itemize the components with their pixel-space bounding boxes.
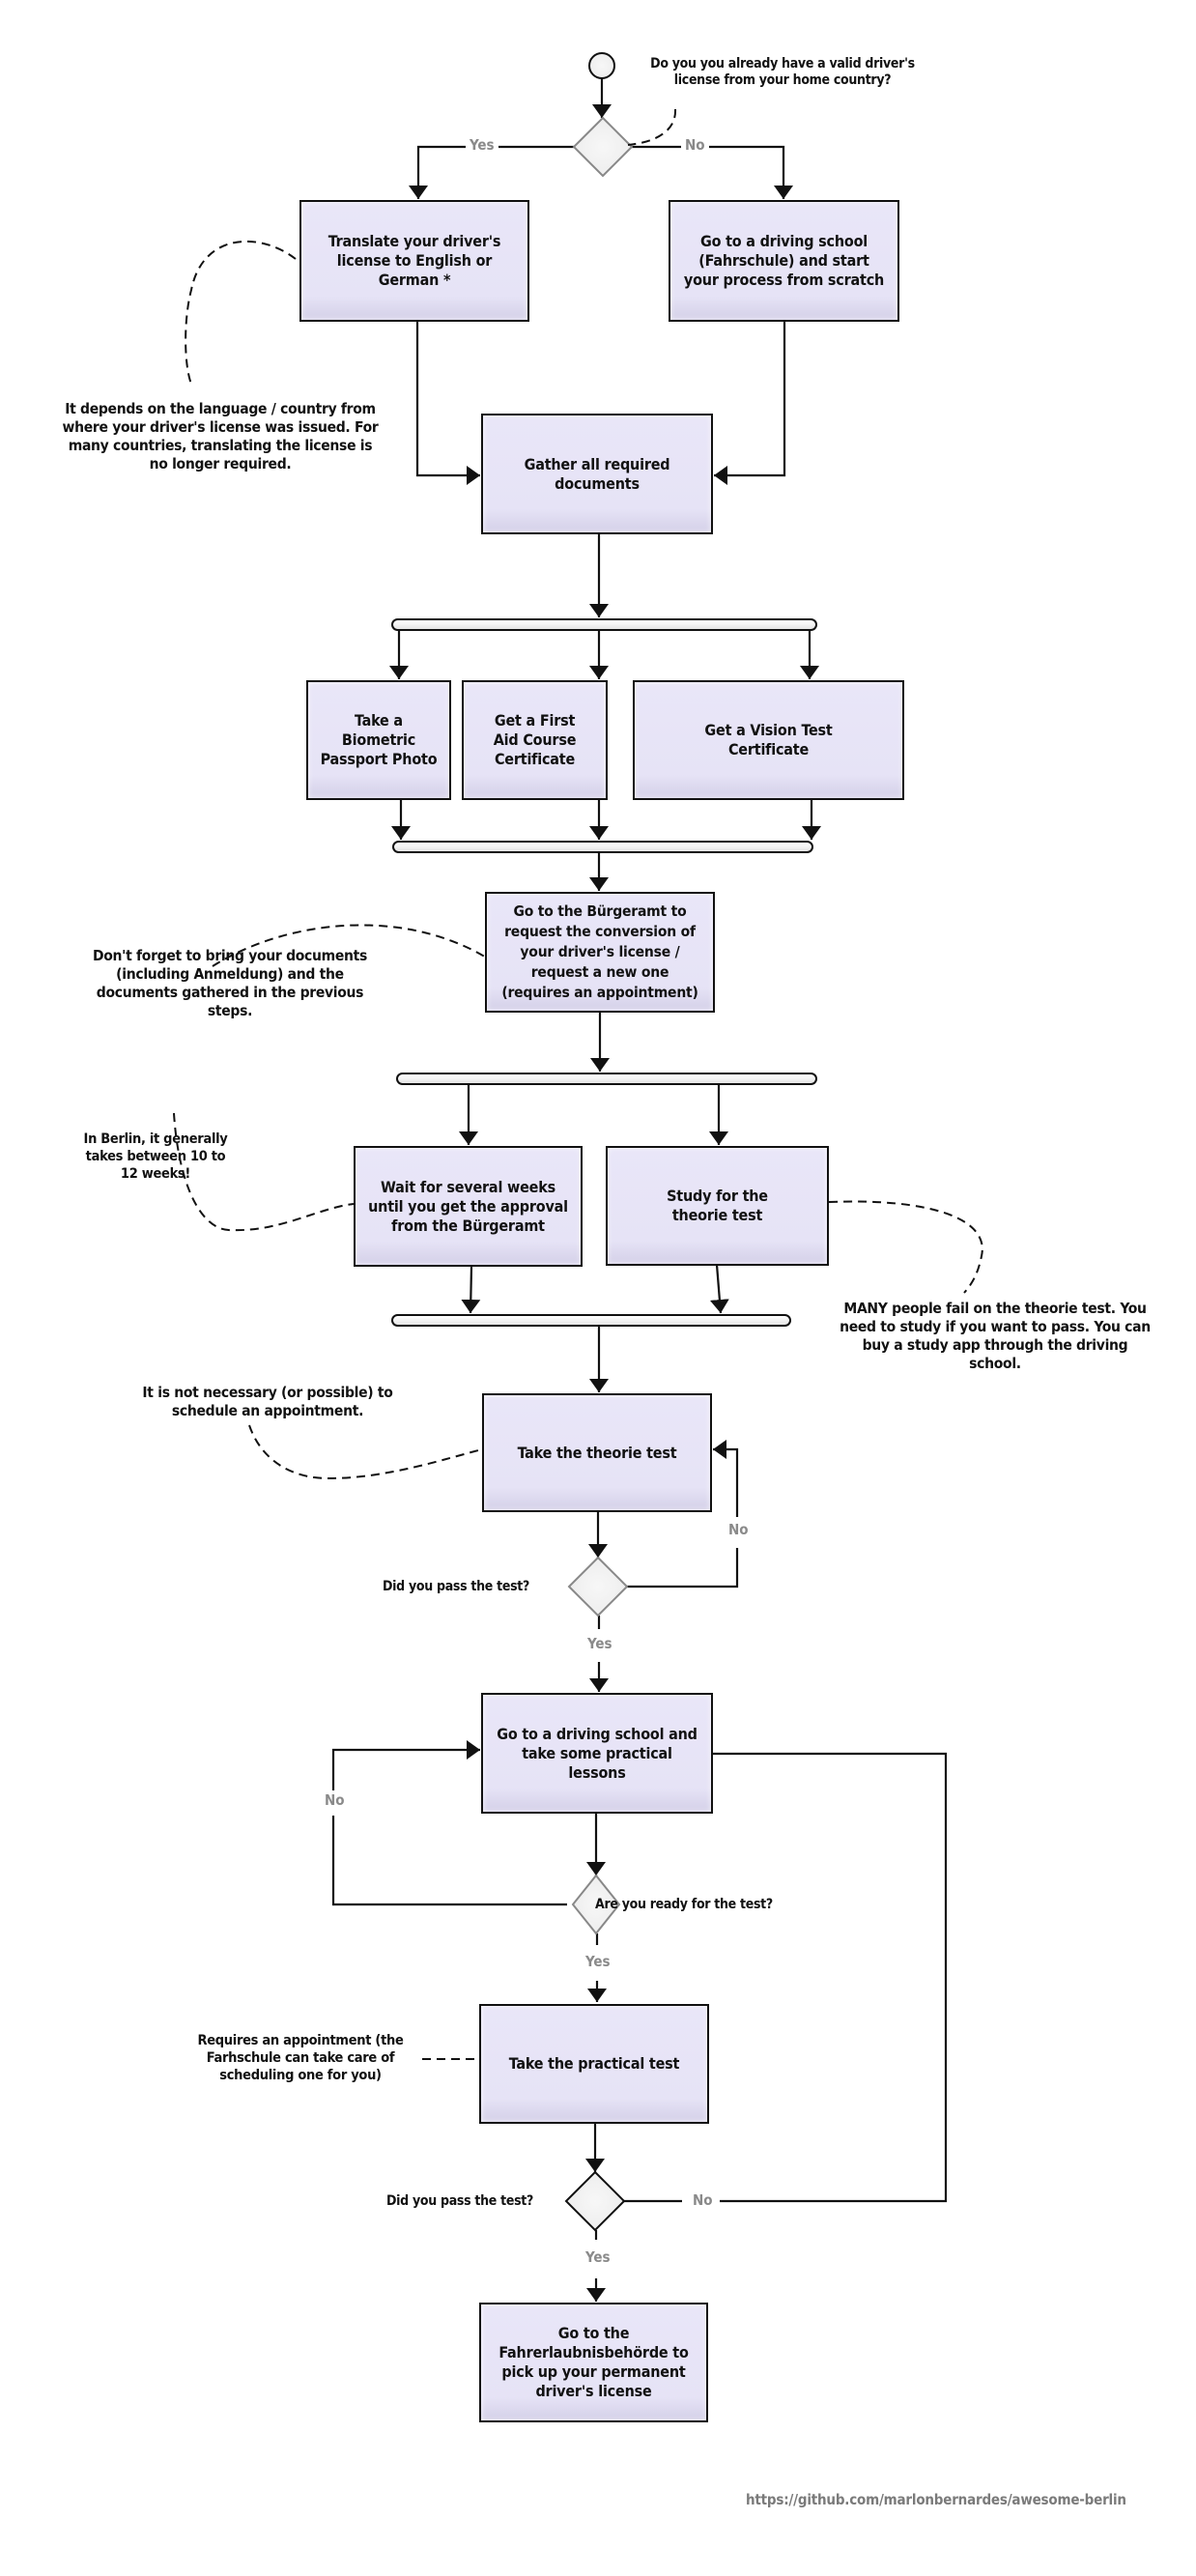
- flowchart-connectors: [173, 52, 983, 2302]
- footer-url[interactable]: https://github.com/marlonbernardes/aweso…: [746, 2491, 1126, 2508]
- step-driving-school-start: Go to a driving school (Fahrschule) and …: [669, 200, 899, 322]
- yes-label-ready: Yes: [582, 1953, 614, 1970]
- yes-label-theorie: Yes: [584, 1635, 616, 1652]
- callout-translation: [185, 240, 297, 387]
- practical-appointment-note: Requires an appointment (the Farhschule …: [197, 2033, 404, 2083]
- decision-has-license: [572, 116, 634, 178]
- no-label-practical: No: [689, 2191, 717, 2209]
- callout-start-question: [627, 108, 677, 146]
- edge-school-gather: [714, 321, 786, 485]
- step-vision-test: Get a Vision Test Certificate: [633, 680, 904, 800]
- callout-theorie-fail: [828, 1200, 983, 1294]
- step-buergeramt: Go to the Bürgeramt to request the conve…: [485, 892, 715, 1013]
- step-translate-license: Translate your driver's license to Engli…: [299, 200, 529, 322]
- berlin-wait-note: In Berlin, it generally takes between 10…: [83, 1131, 228, 1182]
- decision-theorie-passed: [567, 1556, 629, 1617]
- step-first-aid: Get a First Aid Course Certificate: [462, 680, 608, 800]
- step-gather-documents: Gather all required documents: [481, 414, 713, 534]
- step-wait-approval: Wait for several weeks until you get the…: [354, 1146, 583, 1267]
- edge-no-driving-school: [632, 145, 793, 199]
- no-label-top: No: [681, 136, 709, 154]
- edge-yes-translate: [409, 145, 574, 199]
- documents-note: Don't forget to bring your documents (in…: [92, 947, 368, 1019]
- theorie-passed-question: Did you pass the test?: [383, 1579, 529, 1594]
- no-appointment-note: It is not necessary (or possible) to sch…: [142, 1384, 393, 1419]
- yes-label-top: Yes: [466, 136, 498, 154]
- practical-passed-question: Did you pass the test?: [386, 2193, 533, 2209]
- step-take-practical-test: Take the practical test: [479, 2004, 709, 2124]
- decision-practical-passed: [564, 2170, 626, 2232]
- step-take-theorie-test: Take the theorie test: [482, 1393, 712, 1512]
- fork-bar-approval: [396, 1073, 817, 1085]
- edge-translate-gather: [415, 321, 480, 485]
- callout-no-appointment: [248, 1424, 483, 1480]
- step-passport-photo: Take a Biometric Passport Photo: [306, 680, 451, 800]
- step-practical-lessons: Go to a driving school and take some pra…: [481, 1693, 713, 1814]
- no-label-theorie: No: [725, 1521, 753, 1538]
- step-study-theorie: Study for the theorie test: [606, 1146, 829, 1266]
- translation-note: It depends on the language / country fro…: [62, 400, 379, 472]
- no-label-ready: No: [321, 1791, 349, 1809]
- join-bar-theorie: [391, 1314, 791, 1327]
- start-question-text: Do you you already have a valid driver's…: [650, 56, 915, 88]
- step-pickup-license: Go to the Fahrerlaubnisbehörde to pick u…: [479, 2303, 708, 2422]
- ready-question: Are you ready for the test?: [595, 1897, 773, 1912]
- start-node: [588, 52, 615, 79]
- join-bar-documents: [392, 841, 813, 853]
- fork-bar-documents: [391, 618, 817, 631]
- theorie-fail-note: MANY people fail on the theorie test. Yo…: [840, 1300, 1151, 1372]
- yes-label-practical: Yes: [582, 2248, 614, 2266]
